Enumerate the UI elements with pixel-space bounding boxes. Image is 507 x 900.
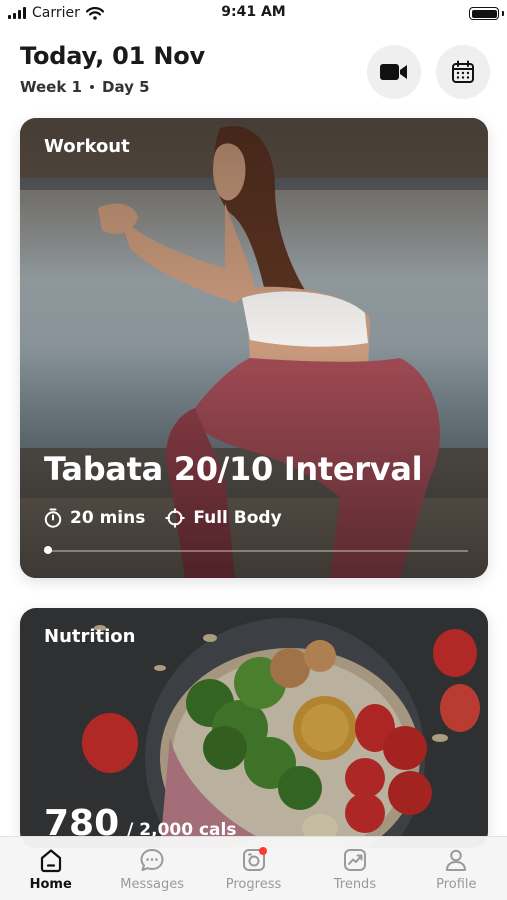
battery-icon [469, 7, 499, 20]
calendar-button[interactable] [436, 45, 490, 99]
tab-bar: Home Messages Progress Trends Profile [0, 836, 507, 900]
duration-text: 20 mins [70, 508, 146, 528]
workout-label: Workout [44, 136, 130, 157]
workout-title: Tabata 20/10 Interval [44, 450, 423, 488]
calendar-icon [452, 60, 474, 83]
chat-bubble-icon [136, 845, 168, 875]
week-label: Week 1 [20, 78, 82, 96]
home-icon [35, 845, 67, 875]
tab-messages[interactable]: Messages [101, 837, 202, 900]
person-icon [440, 845, 472, 875]
nutrition-card[interactable]: Nutrition 780 / 2,000 cals [20, 608, 488, 848]
target-icon [165, 508, 185, 528]
header: Today, 01 Nov Week 1 Day 5 [20, 42, 205, 96]
notification-dot [258, 847, 267, 855]
tab-profile[interactable]: Profile [406, 837, 507, 900]
focus-info: Full Body [165, 508, 282, 528]
week-day-indicator: Week 1 Day 5 [20, 78, 205, 96]
duration-info: 20 mins [44, 508, 145, 528]
status-bar: Carrier 9:41 AM [0, 0, 507, 28]
home-screen: Carrier 9:41 AM Today, 01 Nov Week 1 Day… [0, 0, 507, 900]
focus-text: Full Body [193, 508, 282, 528]
status-time: 9:41 AM [221, 4, 286, 20]
nutrition-label: Nutrition [44, 626, 136, 647]
tab-label-progress: Progress [225, 877, 282, 892]
progress-camera-icon [238, 845, 270, 875]
day-label: Day 5 [102, 78, 150, 96]
tab-progress[interactable]: Progress [203, 837, 304, 900]
separator-dot [90, 85, 94, 89]
carousel-track [44, 550, 468, 552]
page-title: Today, 01 Nov [20, 42, 205, 70]
tab-home[interactable]: Home [0, 837, 101, 900]
tab-label-home: Home [29, 877, 72, 892]
tab-label-messages: Messages [120, 877, 184, 892]
workout-card[interactable]: Workout Tabata 20/10 Interval 20 mins Fu… [20, 118, 488, 578]
trend-chart-icon [339, 845, 371, 875]
workout-meta: 20 mins Full Body [44, 508, 302, 528]
video-call-button[interactable] [367, 45, 421, 99]
stopwatch-icon [44, 508, 62, 528]
video-camera-icon [380, 64, 407, 80]
carousel-indicator [44, 546, 52, 554]
tab-label-profile: Profile [436, 877, 477, 892]
tab-label-trends: Trends [333, 877, 377, 892]
tab-trends[interactable]: Trends [304, 837, 405, 900]
